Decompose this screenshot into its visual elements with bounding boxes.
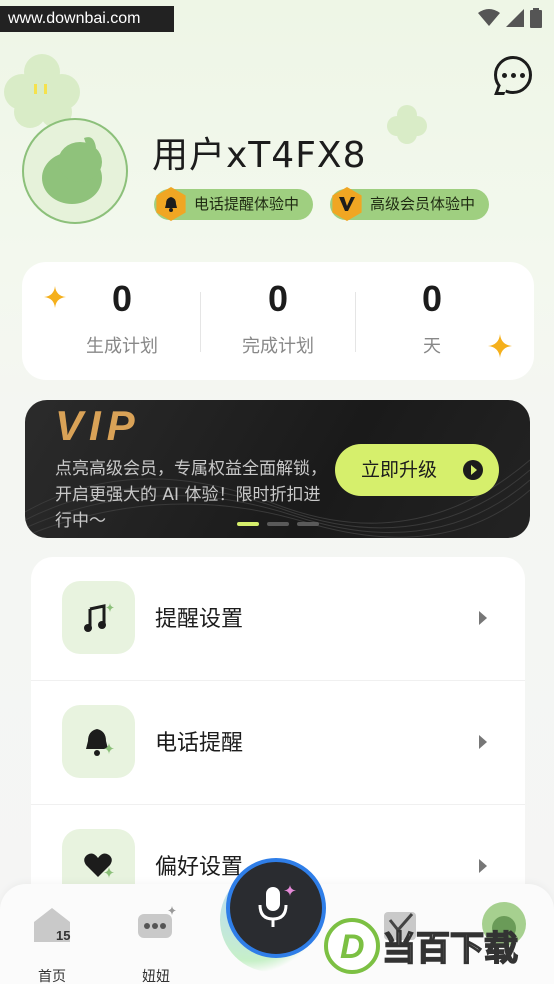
home-icon: 15 bbox=[12, 898, 92, 950]
signal-icon bbox=[506, 9, 524, 31]
chevron-right-icon bbox=[479, 611, 487, 625]
microphone-icon bbox=[258, 885, 296, 927]
mic-button[interactable] bbox=[226, 858, 326, 958]
stat-value: 0 bbox=[421, 278, 443, 319]
vip-trial-badge[interactable]: 高级会员体验中 bbox=[330, 187, 490, 221]
status-bar bbox=[478, 8, 542, 32]
flower-decoration-icon bbox=[386, 104, 428, 150]
username: 用户xT4FX8 bbox=[152, 135, 367, 176]
menu-item-label: 提醒设置 bbox=[155, 607, 244, 632]
bell-icon bbox=[62, 705, 135, 778]
sparkle-icon bbox=[488, 334, 512, 362]
bell-icon bbox=[156, 187, 186, 221]
stat-days[interactable]: 0 天 bbox=[357, 262, 507, 358]
divider bbox=[200, 292, 201, 352]
tab-label: 妞妞 bbox=[142, 969, 170, 984]
pager-dot[interactable] bbox=[267, 522, 289, 526]
stat-value: 0 bbox=[111, 278, 133, 319]
menu-item-label: 电话提醒 bbox=[155, 731, 244, 756]
menu-item-phone-reminder[interactable]: 电话提醒 bbox=[31, 681, 525, 805]
battery-icon bbox=[530, 8, 542, 32]
watermark-url: www.downbai.com bbox=[0, 6, 174, 32]
watermark-logo: D 当百下载 bbox=[324, 916, 550, 976]
stat-value: 0 bbox=[267, 278, 289, 319]
play-icon bbox=[463, 460, 483, 480]
vip-banner[interactable]: VIP 点亮高级会员，专属权益全面解锁，开启更强大的 AI 体验！限时折扣进行中… bbox=[25, 400, 530, 538]
phone-reminder-trial-badge[interactable]: 电话提醒体验中 bbox=[154, 187, 314, 221]
banner-pager bbox=[237, 522, 319, 526]
avatar-icon bbox=[42, 137, 102, 204]
stats-card: 0 生成计划 0 完成计划 0 天 bbox=[22, 262, 534, 380]
tab-niuniu[interactable]: 妞妞 bbox=[116, 898, 196, 984]
stat-generated-plans[interactable]: 0 生成计划 bbox=[47, 262, 197, 358]
upgrade-button-label: 立即升级 bbox=[361, 459, 438, 481]
badge-label: 高级会员体验中 bbox=[370, 195, 476, 213]
chevron-right-icon bbox=[479, 735, 487, 749]
chevron-right-icon bbox=[479, 859, 487, 873]
voice-input-button[interactable] bbox=[220, 858, 330, 972]
svg-text:D: D bbox=[340, 928, 365, 966]
message-button[interactable] bbox=[494, 56, 532, 95]
svg-text:当百下载: 当百下载 bbox=[382, 929, 518, 969]
stat-label: 天 bbox=[423, 336, 441, 357]
chat-icon bbox=[116, 898, 196, 950]
wifi-icon bbox=[478, 9, 500, 31]
pager-dot[interactable] bbox=[297, 522, 319, 526]
vip-title: VIP bbox=[55, 402, 141, 449]
avatar[interactable] bbox=[22, 118, 128, 224]
watermark-logo-icon: D 当百下载 bbox=[324, 918, 519, 974]
pager-dot-active[interactable] bbox=[237, 522, 259, 526]
svg-text:15: 15 bbox=[56, 928, 70, 943]
v-icon bbox=[332, 187, 362, 221]
menu-item-reminder-settings[interactable]: 提醒设置 bbox=[31, 557, 525, 681]
upgrade-button[interactable]: 立即升级 bbox=[335, 444, 499, 496]
stat-label: 生成计划 bbox=[86, 336, 158, 357]
badge-label: 电话提醒体验中 bbox=[194, 195, 300, 213]
tab-home[interactable]: 15 首页 bbox=[12, 898, 92, 984]
music-note-icon bbox=[62, 581, 135, 654]
divider bbox=[355, 292, 356, 352]
more-icon bbox=[501, 72, 525, 78]
stat-label: 完成计划 bbox=[242, 336, 314, 357]
stat-completed-plans[interactable]: 0 完成计划 bbox=[203, 262, 353, 358]
tab-label: 首页 bbox=[38, 969, 66, 984]
